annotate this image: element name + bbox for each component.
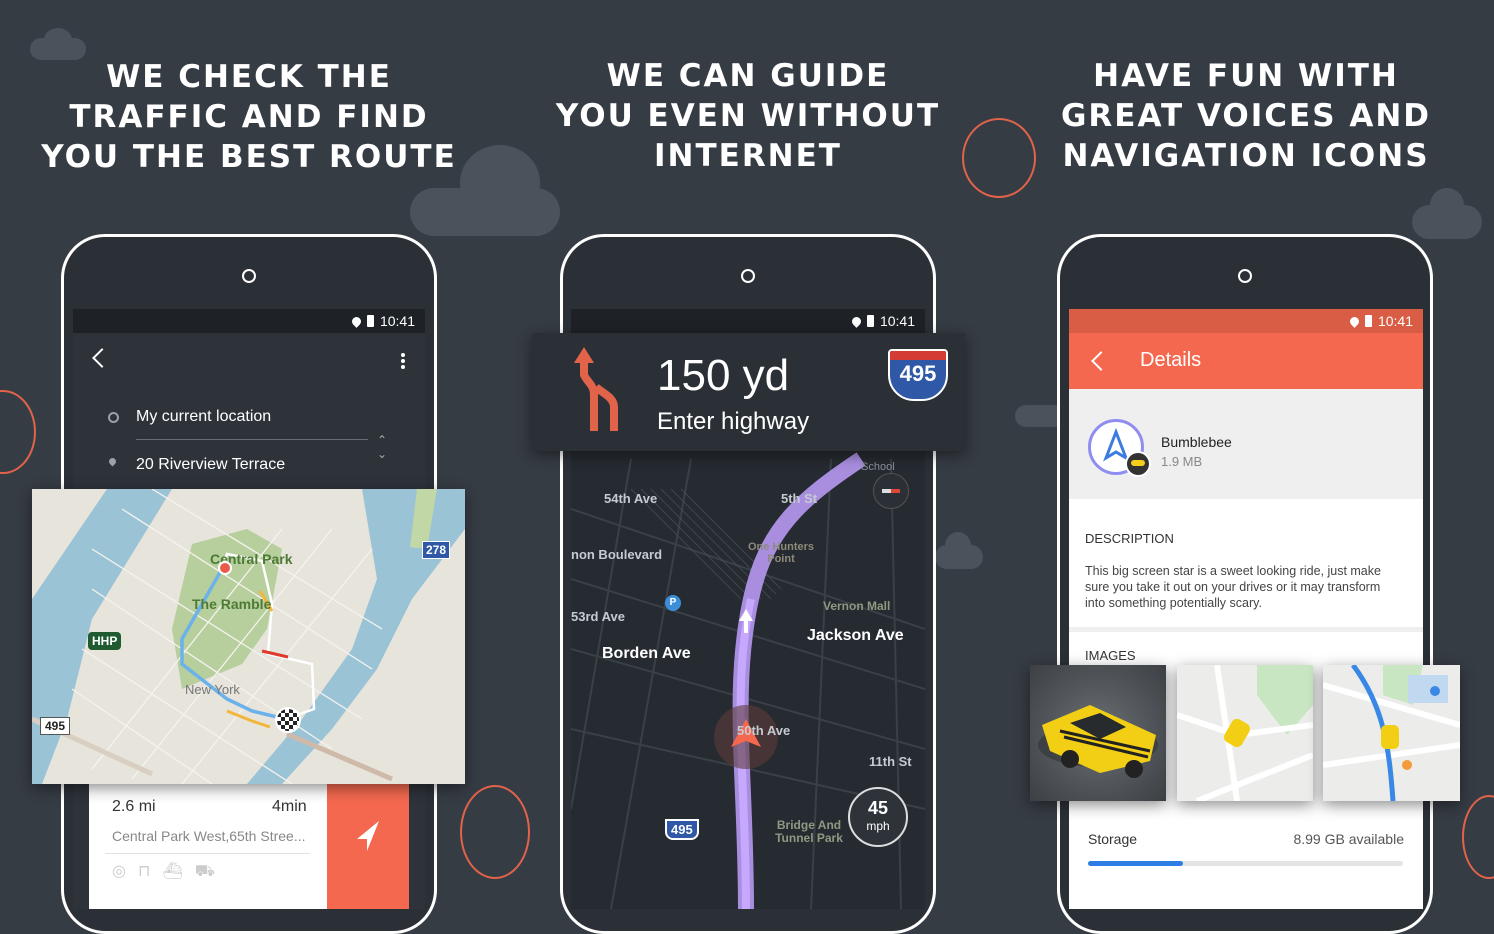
speed-value: 45 xyxy=(867,798,889,818)
interstate-shield-number: 495 xyxy=(899,361,937,386)
street-label: 11th St xyxy=(869,754,912,769)
street-label: 54th Ave xyxy=(604,491,658,506)
compass-icon[interactable] xyxy=(873,473,909,509)
headline-panel-2: WE CAN GUIDE YOU EVEN WITHOUT INTERNET xyxy=(555,58,941,174)
image-thumbnail-map-2[interactable] xyxy=(1322,663,1461,802)
images-heading: IMAGES xyxy=(1085,648,1136,663)
map-label-neighborhood: New York xyxy=(185,682,240,697)
route-distance: 2.6 mi xyxy=(112,798,156,815)
status-time: 10:41 xyxy=(1377,313,1413,329)
map-label-ramble: The Ramble xyxy=(192,596,272,612)
origin-dot-icon xyxy=(108,412,119,423)
origin-marker-icon xyxy=(218,561,232,575)
maneuver-banner: 150 yd Enter highway 495 xyxy=(532,333,965,451)
back-icon[interactable] xyxy=(92,348,112,368)
details-title: Details xyxy=(1140,349,1202,371)
destination-pin-icon xyxy=(107,456,118,467)
details-app-bar: Details xyxy=(1069,333,1423,389)
turn-arrow-icon xyxy=(574,347,618,431)
start-navigation-button[interactable] xyxy=(327,783,409,909)
ring-decoration xyxy=(0,390,36,474)
item-card[interactable]: Bumblebee 1.9 MB xyxy=(1069,389,1423,499)
storage-value: 8.99 GB available xyxy=(1293,831,1404,847)
street-label: Vernon Mall xyxy=(823,599,891,613)
navigate-arrow-icon xyxy=(357,821,379,851)
location-icon xyxy=(350,314,363,328)
location-icon xyxy=(1348,314,1361,328)
street-label: 53rd Ave xyxy=(571,609,625,624)
hhp-marker: HHP xyxy=(88,632,122,650)
phone-speaker xyxy=(242,269,256,283)
route-to-input[interactable]: 20 Riverview Terrace xyxy=(136,456,285,474)
status-time: 10:41 xyxy=(379,313,415,329)
input-divider xyxy=(136,439,368,440)
speed-unit: mph xyxy=(866,819,890,833)
description-heading: DESCRIPTION xyxy=(1085,531,1174,546)
storage-bar xyxy=(1088,861,1403,866)
headline-panel-3: HAVE FUN WITH GREAT VOICES AND NAVIGATION … xyxy=(1060,58,1432,174)
phone-details: 10:41 Details Bumblebee 1.9 MB DESCRIPTI… xyxy=(1057,234,1433,934)
cloud-decoration xyxy=(945,532,971,560)
transport-icons[interactable]: ◎⊓⛴⛟ xyxy=(112,861,227,882)
item-size: 1.9 MB xyxy=(1161,454,1203,469)
card-divider xyxy=(105,853,310,854)
description-text: This big screen star is a sweet looking … xyxy=(1085,564,1381,610)
storage-bar-fill xyxy=(1088,861,1183,866)
street-label: Bridge And Tunnel Park xyxy=(775,818,843,845)
phone-speaker xyxy=(741,269,755,283)
speedometer: 45 mph xyxy=(848,787,908,847)
headline-panel-1: WE CHECK THE TRAFFIC AND FIND YOU THE BEST… xyxy=(41,59,457,175)
more-options-icon[interactable] xyxy=(401,353,405,369)
battery-icon xyxy=(366,315,374,327)
interstate-shield-icon: 495 xyxy=(888,349,948,401)
route-map[interactable]: Central Park The Ramble New York HHP 278… xyxy=(32,489,465,784)
swap-icon[interactable]: ⌃ ⌄ xyxy=(377,433,387,461)
car-badge-icon xyxy=(1125,451,1151,477)
cloud-decoration xyxy=(1430,188,1464,222)
highway-shield-278: 278 xyxy=(422,541,451,559)
item-name: Bumblebee xyxy=(1161,434,1232,450)
ring-decoration xyxy=(1462,795,1494,879)
finish-flag-icon xyxy=(275,707,301,733)
maneuver-instruction: Enter highway xyxy=(657,408,810,435)
phone-speaker xyxy=(1238,269,1252,283)
street-label: School xyxy=(861,461,895,473)
image-thumbnail-map-1[interactable] xyxy=(1176,664,1315,804)
battery-icon xyxy=(1364,315,1372,327)
ring-decoration xyxy=(460,785,530,879)
parking-icon: P xyxy=(665,595,681,611)
route-destination: Central Park West,65th Stree... xyxy=(112,828,306,844)
street-label: 50th Ave xyxy=(737,723,791,738)
street-label: Borden Ave xyxy=(602,645,691,662)
description-card: DESCRIPTION This big screen star is a sw… xyxy=(1069,499,1423,627)
route-from-input[interactable]: My current location xyxy=(136,408,271,426)
details-screen: 10:41 Details Bumblebee 1.9 MB DESCRIPTI… xyxy=(1069,309,1423,909)
street-label: non Boulevard xyxy=(571,547,663,562)
street-label: One Hunters Point xyxy=(747,541,814,565)
image-thumbnail-car[interactable] xyxy=(1030,665,1166,801)
highway-shield-495-bottom: 495 xyxy=(665,819,699,840)
route-summary-card[interactable]: 2.6 mi 4min Central Park West,65th Stree… xyxy=(89,783,409,909)
street-label: Jackson Ave xyxy=(807,627,904,644)
street-label: 5th St xyxy=(781,491,818,506)
maneuver-distance: 150 yd xyxy=(657,351,790,400)
storage-label: Storage xyxy=(1088,831,1138,847)
cloud-decoration xyxy=(44,28,72,52)
back-icon[interactable] xyxy=(1091,351,1111,371)
route-duration: 4min xyxy=(272,798,307,815)
highway-shield-495-map: 495 xyxy=(40,717,71,735)
